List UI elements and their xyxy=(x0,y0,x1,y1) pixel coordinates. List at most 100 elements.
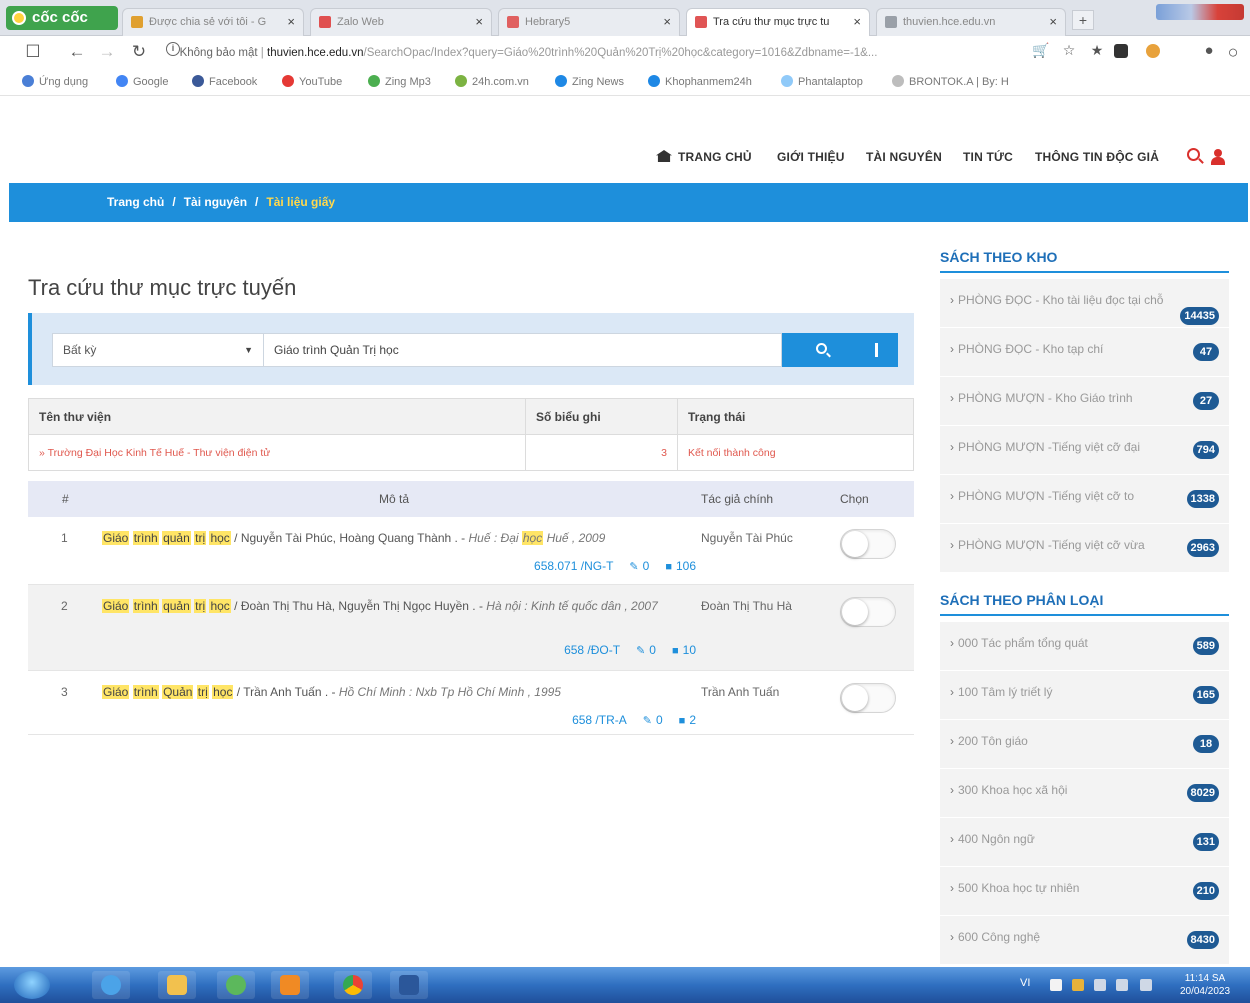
breadcrumb-home[interactable]: Trang chủ xyxy=(107,195,164,209)
taskbar-word[interactable] xyxy=(390,971,428,999)
tray-security-icon[interactable] xyxy=(1072,979,1084,991)
highlighted-term[interactable]: trị xyxy=(194,531,207,545)
tray-app-icon[interactable] xyxy=(1050,979,1062,991)
sidebar-item[interactable]: › PHÒNG MƯỢN -Tiếng việt cỡ to 1338 xyxy=(940,475,1229,524)
taskbar-ie[interactable] xyxy=(92,971,130,999)
highlighted-term[interactable]: trình xyxy=(132,599,159,613)
highlighted-term[interactable]: học xyxy=(212,685,234,699)
bookmark-star-icon[interactable]: ☆ xyxy=(1058,42,1080,59)
bookmark-item[interactable]: YouTube xyxy=(282,75,342,88)
bookmark-item[interactable]: Ứng dụng xyxy=(22,75,88,88)
site-info-icon[interactable]: i xyxy=(166,42,180,56)
new-tab-button[interactable]: + xyxy=(1072,10,1094,30)
close-icon[interactable]: × xyxy=(853,9,861,35)
taskbar-media[interactable] xyxy=(271,971,309,999)
bookmark-item[interactable]: Khophanmem24h xyxy=(648,75,752,88)
keyboard-language[interactable]: VI xyxy=(1020,977,1030,989)
nav-home[interactable]: TRANG CHỦ xyxy=(656,150,752,164)
taskbar-chrome[interactable] xyxy=(334,971,372,999)
browser-tab[interactable]: Zalo Web × xyxy=(310,8,492,36)
window-controls[interactable] xyxy=(1156,4,1244,20)
bookmark-item[interactable]: Google xyxy=(116,75,168,88)
select-toggle[interactable] xyxy=(840,597,896,627)
sidebar-item[interactable]: › PHÒNG ĐỌC - Kho tài liệu đọc tại chỗ 144… xyxy=(940,279,1229,328)
browser-brand-logo[interactable]: cốc cốc xyxy=(6,6,118,30)
nav-resources[interactable]: TÀI NGUYÊN xyxy=(866,150,942,164)
bookmark-item[interactable]: Zing Mp3 xyxy=(368,75,431,88)
bookmark-item[interactable]: Zing News xyxy=(555,75,624,88)
search-button[interactable] xyxy=(782,333,898,367)
sidebar-item[interactable]: › PHÒNG MƯỢN - Kho Giáo trình 27 xyxy=(940,377,1229,426)
volume-icon[interactable] xyxy=(1116,979,1128,991)
browser-tab[interactable]: thuvien.hce.edu.vn × xyxy=(876,8,1066,36)
highlighted-term[interactable]: trình xyxy=(132,685,159,699)
highlighted-term[interactable]: Giáo xyxy=(102,599,130,613)
close-icon[interactable]: × xyxy=(663,9,671,35)
table-row[interactable]: » Trường Đại Học Kinh Tế Huế - Thư viện … xyxy=(28,434,914,471)
window-menu-icon[interactable]: ☐ xyxy=(22,42,44,62)
call-number[interactable]: 658.071 /NG-T xyxy=(534,559,613,573)
browser-tab[interactable]: Được chia sẻ với tôi - G × xyxy=(122,8,304,36)
sidebar-item[interactable]: › PHÒNG ĐỌC - Kho tạp chí 47 xyxy=(940,328,1229,377)
bookmark-item[interactable]: Facebook xyxy=(192,75,257,88)
nav-about[interactable]: GIỚI THIỆU xyxy=(777,150,845,164)
start-button[interactable] xyxy=(14,971,50,999)
sidebar-item[interactable]: › 200 Tôn giáo 18 xyxy=(940,720,1229,769)
search-icon[interactable] xyxy=(1187,148,1200,161)
sidebar-item[interactable]: › 100 Tâm lý triết lý 165 xyxy=(940,671,1229,720)
library-name[interactable]: » Trường Đại Học Kinh Tế Huế - Thư viện … xyxy=(28,434,526,471)
sidebar-item[interactable]: › 600 Công nghệ 8430 xyxy=(940,916,1229,965)
sidebar-item[interactable]: › 500 Khoa học tự nhiên 210 xyxy=(940,867,1229,916)
highlighted-term[interactable]: quản xyxy=(162,599,191,613)
bookmark-item[interactable]: 24h.com.vn xyxy=(455,75,529,88)
browser-tab[interactable]: Tra cứu thư mục trực tu × xyxy=(686,8,870,36)
select-toggle[interactable] xyxy=(840,683,896,713)
select-toggle[interactable] xyxy=(840,529,896,559)
taskbar-coccoc[interactable] xyxy=(217,971,255,999)
nav-reader-info[interactable]: THÔNG TIN ĐỘC GIẢ xyxy=(1035,150,1159,164)
profile-icon[interactable]: ● xyxy=(1198,42,1220,59)
address-bar[interactable]: Không bảo mật | thuvien.hce.edu.vn/Searc… xyxy=(160,42,1020,64)
close-icon[interactable]: × xyxy=(475,9,483,35)
result-row[interactable]: 1 Giáo trình quản trị học / Nguyễn Tài Ph… xyxy=(28,517,914,585)
network-icon[interactable] xyxy=(1140,979,1152,991)
close-icon[interactable]: × xyxy=(1049,9,1057,35)
result-row[interactable]: 2 Giáo trình quản trị học / Đoàn Thị Thu … xyxy=(28,585,914,671)
browser-tab[interactable]: Hebrary5 × xyxy=(498,8,680,36)
result-row[interactable]: 3 Giáo trình Quản trị học / Trần Anh Tuấn… xyxy=(28,671,914,735)
call-number[interactable]: 658 /TR-A xyxy=(572,713,627,727)
sidebar-item[interactable]: › 000 Tác phẩm tổng quát 589 xyxy=(940,622,1229,671)
cart-icon[interactable]: 🛒 xyxy=(1030,42,1052,59)
reload-icon[interactable]: ↻ xyxy=(128,42,150,62)
sidebar-item[interactable]: › PHÒNG MƯỢN -Tiếng việt cỡ vừa 2963 xyxy=(940,524,1229,573)
sidebar-item[interactable]: › 300 Khoa học xã hội 8029 xyxy=(940,769,1229,818)
nav-news[interactable]: TIN TỨC xyxy=(963,150,1013,164)
highlighted-term[interactable]: trình xyxy=(132,531,159,545)
user-icon[interactable] xyxy=(1211,149,1225,165)
breadcrumb-resources[interactable]: Tài nguyên xyxy=(184,195,247,209)
call-number[interactable]: 658 /ĐO-T xyxy=(564,643,620,657)
close-icon[interactable]: × xyxy=(287,9,295,35)
star-icon[interactable]: ★ xyxy=(1086,42,1108,59)
highlighted-term[interactable]: Giáo xyxy=(102,531,130,545)
bookmark-item[interactable]: BRONTOK.A | By: H xyxy=(892,75,1009,88)
system-clock[interactable]: 11:14 SA 20/04/2023 xyxy=(1170,972,1240,998)
search-field-select[interactable]: Bất kỳ ▼ xyxy=(52,333,264,367)
taskbar-explorer[interactable] xyxy=(158,971,196,999)
info-icon[interactable] xyxy=(875,343,878,357)
bookmark-item[interactable]: Phantalaptop xyxy=(781,75,863,88)
extension-icon[interactable] xyxy=(1114,44,1128,58)
forward-arrow-icon[interactable]: → xyxy=(96,42,118,62)
menu-circle-icon[interactable]: ○ xyxy=(1222,42,1244,63)
highlighted-term[interactable]: quản xyxy=(162,531,191,545)
back-arrow-icon[interactable]: ← xyxy=(66,42,88,62)
highlighted-term[interactable]: học xyxy=(209,531,231,545)
highlighted-term[interactable]: Quản xyxy=(162,685,194,699)
highlighted-term[interactable]: học xyxy=(209,599,231,613)
sidebar-item[interactable]: › 400 Ngôn ngữ 131 xyxy=(940,818,1229,867)
search-input[interactable] xyxy=(264,333,782,367)
highlighted-term[interactable]: trị xyxy=(194,599,207,613)
highlighted-term[interactable]: Giáo xyxy=(102,685,130,699)
flag-icon[interactable] xyxy=(1094,979,1106,991)
sidebar-item[interactable]: › PHÒNG MƯỢN -Tiếng việt cỡ đại 794 xyxy=(940,426,1229,475)
